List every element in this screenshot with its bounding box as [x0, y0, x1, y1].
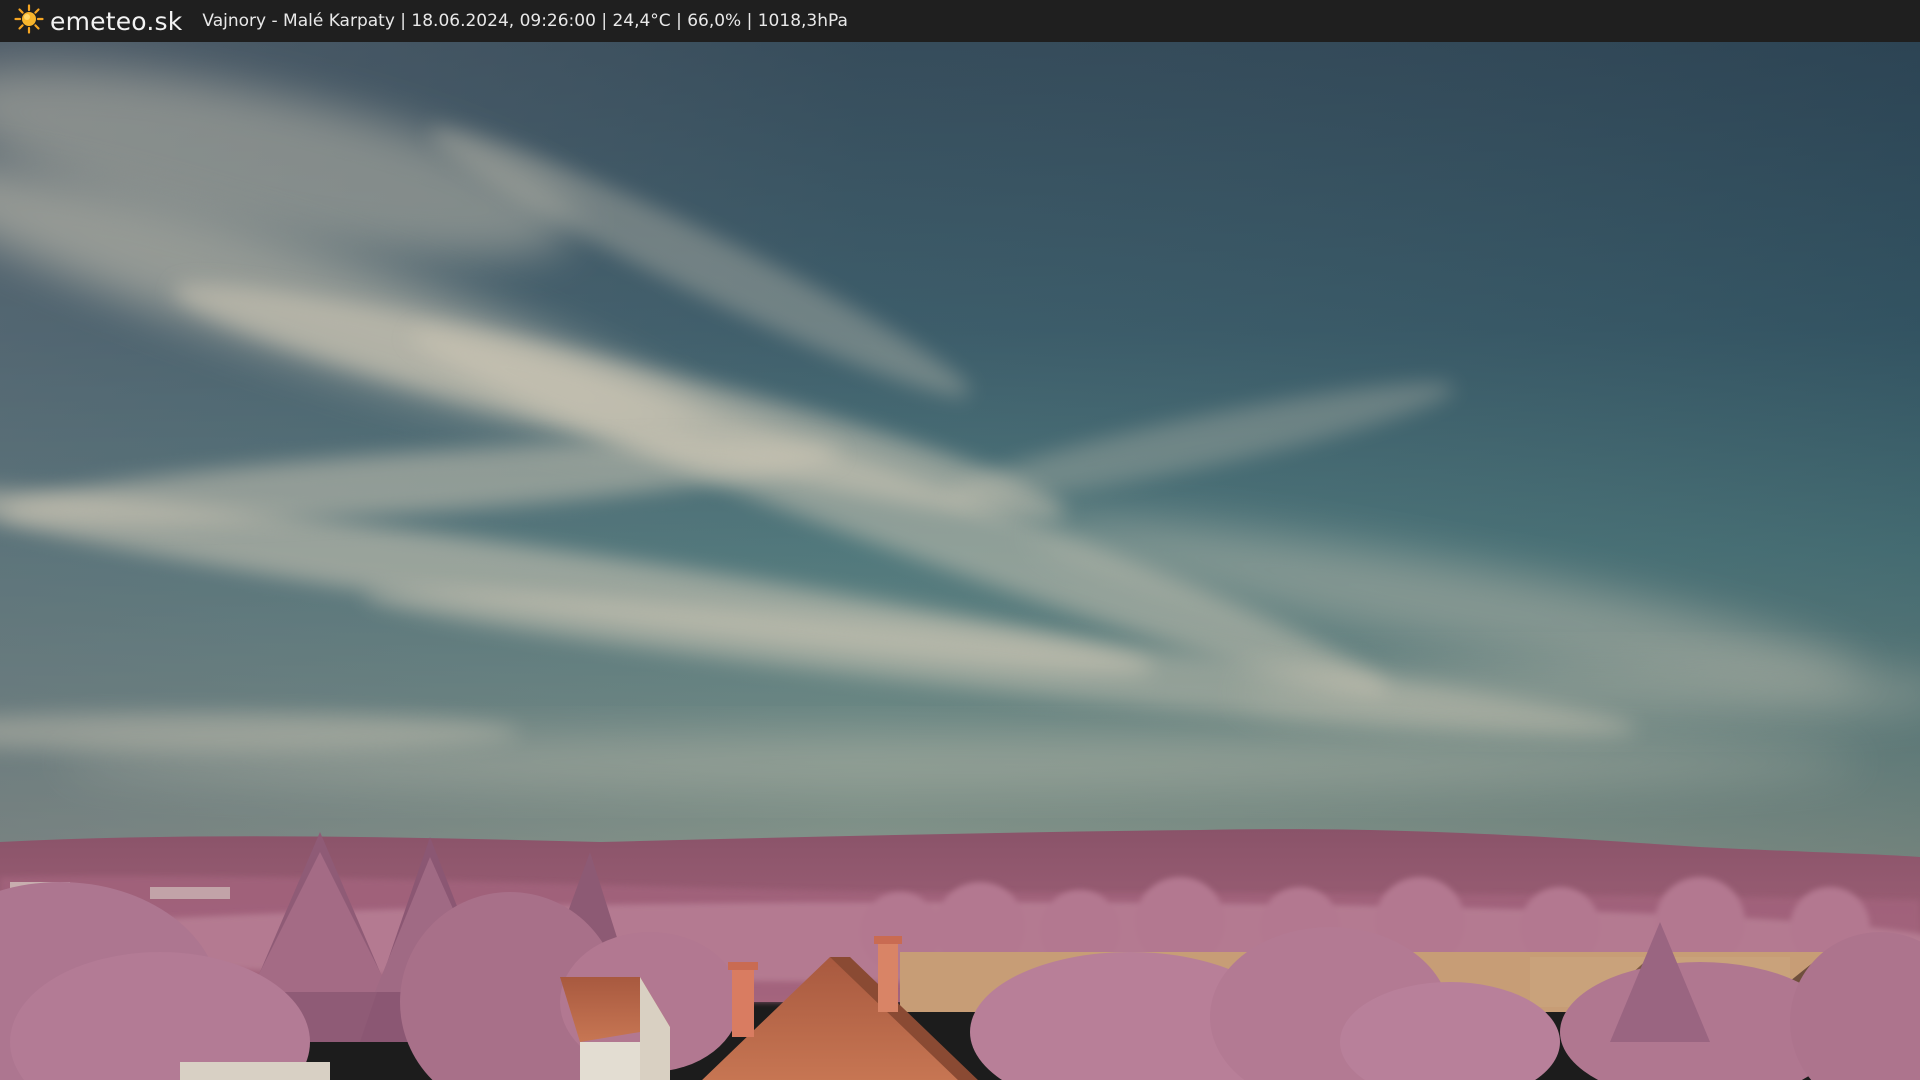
station-caption: Vajnory - Malé Karpaty | 18.06.2024, 09:…: [202, 11, 848, 31]
sun-icon: [14, 4, 44, 38]
caption-bar: emeteo.sk Vajnory - Malé Karpaty | 18.06…: [0, 0, 1920, 42]
logo-text: emeteo.sk: [50, 6, 183, 36]
site-logo[interactable]: emeteo.sk: [14, 0, 182, 42]
webcam-frame: emeteo.sk Vajnory - Malé Karpaty | 18.06…: [0, 0, 1920, 1080]
webcam-image: [0, 42, 1920, 1080]
